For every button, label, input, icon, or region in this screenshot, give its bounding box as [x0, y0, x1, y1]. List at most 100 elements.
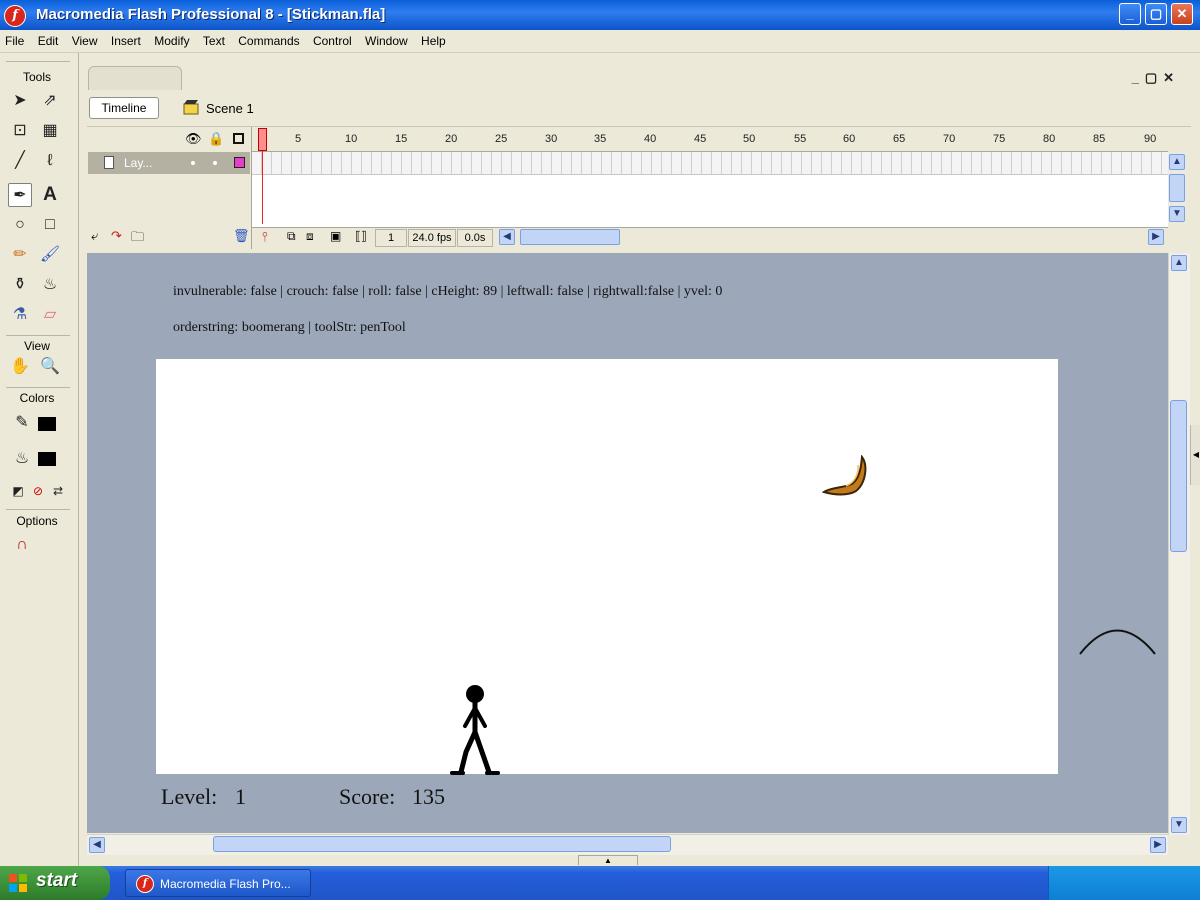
stroke-color-swatch[interactable]	[38, 417, 56, 431]
close-button[interactable]: ✕	[1171, 3, 1193, 25]
minimize-button[interactable]: _	[1119, 3, 1141, 25]
timeline-ruler[interactable]: 1 5 10 15 20 25 30 35 40 45 50 55 60 65 …	[252, 127, 1168, 152]
view-title: View	[24, 339, 50, 353]
gradient-transform-tool-icon[interactable]: ▦	[38, 119, 62, 143]
debug-status-line-2: orderstring: boomerang | toolStr: penToo…	[173, 320, 406, 335]
arc-shape[interactable]	[1077, 623, 1157, 657]
windows-logo-icon	[9, 874, 27, 892]
free-transform-tool-icon[interactable]: ⊡	[8, 119, 32, 143]
elapsed-time-field: 0.0s	[457, 229, 493, 247]
ruler-label: 5	[295, 133, 302, 145]
timeline-horizontal-scroll-thumb[interactable]	[520, 229, 620, 245]
document-vertical-scroll-thumb[interactable]	[1170, 400, 1187, 552]
pencil-tool-icon[interactable]: ✏	[8, 243, 32, 267]
scroll-down-icon[interactable]: ▼	[1169, 206, 1185, 222]
center-frame-icon[interactable]: ⫯	[262, 229, 268, 245]
ruler-label: 85	[1093, 133, 1106, 145]
fill-color-swatch[interactable]	[38, 452, 56, 466]
ruler-label: 60	[843, 133, 856, 145]
scroll-up-icon[interactable]: ▲	[1171, 255, 1187, 271]
swap-colors-icon[interactable]: ⇄	[46, 479, 70, 503]
eyedropper-tool-icon[interactable]: ⚗	[8, 303, 32, 327]
add-motion-guide-icon[interactable]: ↷	[111, 228, 122, 244]
timeline-button[interactable]: Timeline	[89, 97, 159, 119]
snap-magnet-icon[interactable]: ∩	[10, 533, 34, 557]
onion-skin-icon[interactable]: ⧉	[287, 229, 296, 244]
layer-frame-row[interactable]	[252, 152, 1168, 175]
menu-file[interactable]: File	[0, 30, 29, 52]
ruler-label: 20	[445, 133, 458, 145]
timeline-scroll-right-icon[interactable]: ▶	[1148, 229, 1164, 245]
layer-visible-dot[interactable]	[191, 161, 195, 165]
scene-label: Scene 1	[206, 101, 254, 116]
layer-lock-dot[interactable]	[213, 161, 217, 165]
flash-app-icon: f	[136, 875, 154, 893]
edit-multiple-frames-icon[interactable]: ▣	[330, 229, 341, 243]
collapse-right-panel-handle[interactable]: ◀	[1190, 425, 1200, 485]
menu-view[interactable]: View	[67, 30, 103, 52]
onion-skin-outlines-icon[interactable]: ⧈	[306, 229, 314, 244]
fill-color-icon: ♨	[14, 450, 30, 467]
menu-commands[interactable]: Commands	[233, 30, 304, 52]
hand-tool-icon[interactable]: ✋	[8, 355, 32, 379]
expand-panels-toggle[interactable]: ▲	[578, 855, 638, 865]
flash-app-icon: f	[4, 5, 26, 27]
modify-onion-markers-icon[interactable]: ⟦⟧	[355, 229, 367, 243]
lock-icon[interactable]: 🔒	[208, 131, 224, 147]
layer-page-icon	[104, 156, 114, 169]
layer-row[interactable]	[88, 152, 250, 174]
tools-panel: Tools ➤ ⇗ ⊡ ▦ ╱ ℓ ✒ A ○ □ ✏ 🖌 ⚱ ♨ ⚗ ▱ Vi…	[0, 53, 79, 866]
ink-bottle-tool-icon[interactable]: ⚱	[8, 273, 32, 297]
delete-layer-icon[interactable]: 🗑	[233, 228, 250, 244]
playhead[interactable]	[258, 128, 267, 151]
oval-tool-icon[interactable]: ○	[8, 213, 32, 237]
layer-outline-color[interactable]	[234, 157, 245, 168]
boomerang-sprite[interactable]	[822, 455, 870, 497]
start-button[interactable]: start	[0, 866, 110, 900]
document-window-controls[interactable]: _▢✕	[1132, 70, 1180, 86]
menu-modify[interactable]: Modify	[149, 30, 194, 52]
taskbar-flash-button[interactable]: f Macromedia Flash Pro...	[125, 869, 311, 897]
selection-tool-icon[interactable]: ➤	[8, 89, 32, 113]
layer-name[interactable]: Lay...	[124, 156, 152, 170]
colors-title: Colors	[19, 391, 55, 405]
outline-icon[interactable]	[233, 133, 244, 144]
zoom-tool-icon[interactable]: 🔍	[38, 355, 62, 379]
menu-text[interactable]: Text	[198, 30, 230, 52]
stickman-sprite[interactable]	[449, 682, 503, 776]
ruler-label: 80	[1043, 133, 1056, 145]
tools-title: Tools	[22, 70, 51, 84]
lasso-tool-icon[interactable]: ℓ	[38, 149, 62, 173]
timeline-vertical-scrollbar[interactable]: ▲ ▼	[1168, 152, 1186, 224]
scroll-left-icon[interactable]: ◀	[89, 837, 105, 853]
show-hide-icon[interactable]: 👁	[185, 131, 202, 147]
scroll-right-icon[interactable]: ▶	[1150, 837, 1166, 853]
document-tab[interactable]	[88, 66, 182, 91]
scroll-thumb[interactable]	[1169, 174, 1185, 202]
insert-layer-icon[interactable]: ⤶	[91, 228, 98, 244]
scroll-down-icon[interactable]: ▼	[1171, 817, 1187, 833]
menu-insert[interactable]: Insert	[106, 30, 146, 52]
menu-edit[interactable]: Edit	[33, 30, 64, 52]
insert-layer-folder-icon[interactable]: 🗀	[131, 228, 144, 250]
scroll-up-icon[interactable]: ▲	[1169, 154, 1185, 170]
eraser-tool-icon[interactable]: ▱	[38, 303, 62, 327]
stage[interactable]	[156, 359, 1058, 776]
level-value: 1	[235, 784, 246, 809]
brush-tool-icon[interactable]: 🖌	[38, 243, 62, 267]
ruler-label: 75	[993, 133, 1006, 145]
text-tool-icon[interactable]: A	[38, 183, 62, 207]
document-horizontal-scroll-thumb[interactable]	[213, 836, 671, 852]
pen-tool-icon[interactable]: ✒	[8, 183, 32, 207]
menu-control[interactable]: Control	[308, 30, 357, 52]
menu-window[interactable]: Window	[360, 30, 413, 52]
timeline-scroll-left-icon[interactable]: ◀	[499, 229, 515, 245]
rectangle-tool-icon[interactable]: □	[38, 213, 62, 237]
maximize-button[interactable]: ▢	[1145, 3, 1167, 25]
ruler-label: 25	[495, 133, 508, 145]
paint-bucket-tool-icon[interactable]: ♨	[38, 273, 62, 297]
subselection-tool-icon[interactable]: ⇗	[38, 89, 62, 113]
menu-help[interactable]: Help	[416, 30, 451, 52]
line-tool-icon[interactable]: ╱	[8, 149, 32, 173]
debug-status-line-1: invulnerable: false | crouch: false | ro…	[173, 284, 723, 299]
